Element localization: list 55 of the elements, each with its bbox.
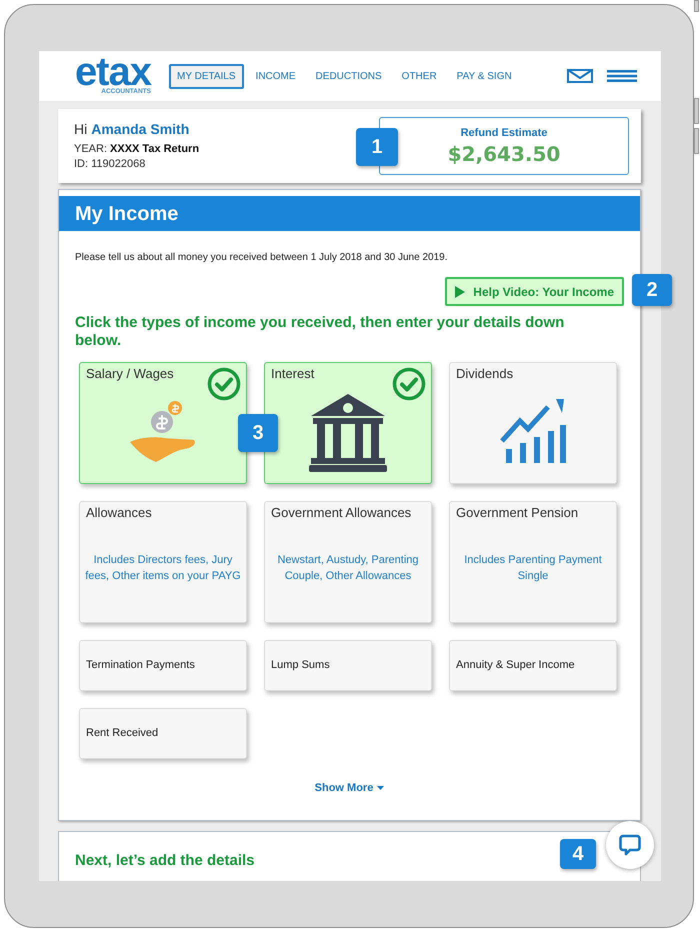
tile-title: Salary / Wages (85, 365, 175, 382)
nav-tab[interactable]: INCOME (248, 64, 304, 88)
income-type-tile[interactable]: Salary / Wages (79, 362, 247, 484)
year-value: XXXX Tax Return (110, 142, 200, 157)
next-section-title: Next, let’s add the details (75, 852, 254, 869)
income-type-tile[interactable]: Lump Sums (264, 640, 432, 691)
greeting-text: Hi (74, 120, 88, 138)
tile-title: Termination Payments (85, 658, 196, 674)
callout-number-badge: 2 (632, 274, 672, 306)
tile-title: Interest (270, 365, 316, 382)
callout-number-badge: 4 (560, 839, 596, 869)
rising-chart-icon (500, 398, 566, 464)
hand-with-coins-icon (130, 400, 196, 464)
nav-tab[interactable]: MY DETAILS (169, 64, 244, 88)
intro-text: Please tell us about all money you received between 1 July 2018 and 30 June 2019. (75, 251, 448, 265)
tile-title: Allowances (85, 504, 153, 521)
tile-description: Includes Directors fees, Jury fees, Other items on your PAYG (84, 552, 242, 584)
refund-amount: $2,643.50 (448, 141, 560, 168)
user-id: ID: 119022068 (74, 157, 146, 172)
check-icon (207, 367, 241, 401)
tile-title: Dividends (455, 365, 514, 382)
tile-title: Government Pension (455, 504, 580, 521)
income-type-tile[interactable]: Annuity & Super Income (449, 640, 617, 691)
nav-tab[interactable]: OTHER (394, 64, 445, 88)
year-label: YEAR: (74, 142, 108, 157)
chat-bubble-icon (619, 834, 641, 856)
tile-title: Rent Received (85, 726, 160, 742)
section-title: My Income (75, 202, 178, 226)
check-icon (392, 367, 426, 401)
mail-icon[interactable] (567, 69, 593, 83)
tile-description: Includes Parenting Payment Single (463, 552, 603, 584)
show-more-link[interactable]: Show More (314, 780, 384, 796)
menu-icon[interactable] (607, 70, 637, 82)
tile-title: Annuity & Super Income (455, 658, 576, 674)
income-type-tile[interactable]: Interest (264, 362, 432, 484)
refund-label: Refund Estimate (460, 126, 548, 141)
income-type-tile[interactable]: Government Pension Includes Parenting Payment Single (449, 501, 617, 623)
income-type-tile[interactable]: Government Allowances Newstart, Austudy, Parenting Couple, Other Allowances (264, 501, 432, 623)
bank-building-icon (309, 392, 387, 472)
callout-number-badge: 1 (356, 128, 398, 166)
nav-tab[interactable]: DEDUCTIONS (308, 64, 390, 88)
user-name: Amanda Smith (91, 120, 190, 138)
play-icon (455, 286, 466, 298)
tile-description: Newstart, Austudy, Parenting Couple, Other Allowances (276, 552, 420, 584)
caret-icon (377, 786, 384, 790)
income-type-tile[interactable]: Termination Payments (79, 640, 247, 691)
tile-title: Lump Sums (270, 658, 331, 674)
income-type-tile[interactable]: Rent Received (79, 708, 247, 759)
tile-title: Government Allowances (270, 504, 412, 521)
income-type-tile[interactable]: Dividends (449, 362, 617, 484)
callout-number-badge: 3 (238, 414, 278, 452)
logo-wordmark: etax (74, 56, 151, 88)
income-type-tile[interactable]: Allowances Includes Directors fees, Jury fees, Other items on your PAYG (79, 501, 247, 623)
instruction-text: Click the types of income you received, then enter your details down below. (75, 314, 566, 350)
nav-tab[interactable]: PAY & SIGN (448, 64, 520, 88)
